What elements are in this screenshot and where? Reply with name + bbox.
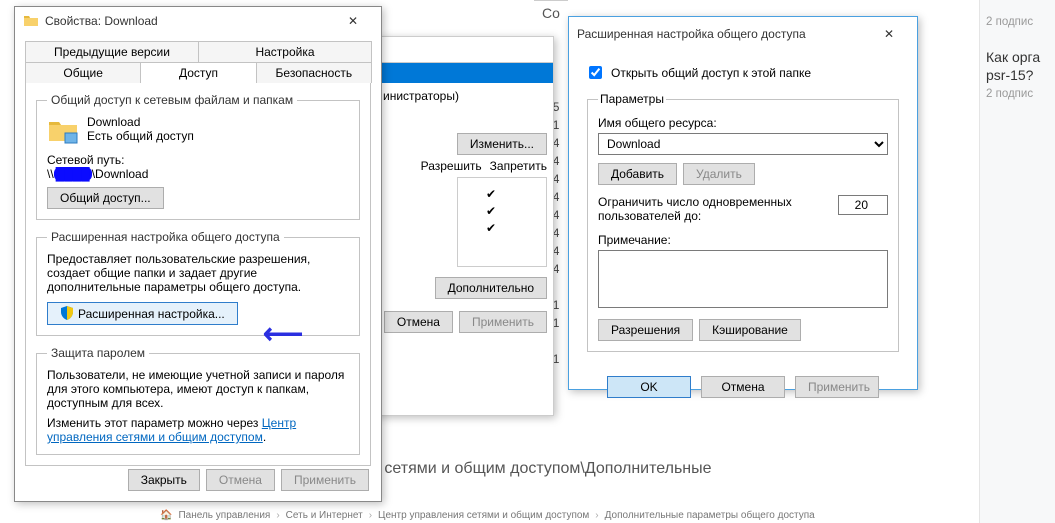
- shield-icon: [60, 306, 74, 320]
- properties-window: Свойства: Download ✕ Предыдущие версии Н…: [14, 6, 382, 502]
- tab-customize[interactable]: Настройка: [198, 41, 372, 62]
- right-sidebar: 2 подпис Как орга psr-15? 2 подпис: [979, 0, 1055, 523]
- note-textarea[interactable]: [598, 250, 888, 308]
- permission-check-grid: ✔ ✔ ✔: [457, 177, 547, 267]
- advanced-sharing-group: Расширенная настройка общего доступа Пре…: [36, 230, 360, 336]
- open-share-label: Открыть общий доступ к этой папке: [611, 66, 811, 80]
- close-icon[interactable]: ✕: [869, 20, 909, 48]
- cancel-button[interactable]: Отмена: [206, 469, 275, 491]
- tab-previous-versions[interactable]: Предыдущие версии: [25, 41, 199, 62]
- folder-icon: [47, 115, 79, 147]
- permissions-button[interactable]: Разрешения: [598, 319, 693, 341]
- redacted-text: ████: [54, 167, 92, 181]
- close-icon[interactable]: ✕: [333, 7, 373, 35]
- group-description: Пользователи, не имеющие учетной записи …: [47, 368, 349, 410]
- password-protection-group: Защита паролем Пользователи, не имеющие …: [36, 346, 360, 455]
- advanced-sharing-button[interactable]: Расширенная настройка...: [47, 302, 238, 325]
- network-sharing-group: Общий доступ к сетевым файлам и папкам D…: [36, 93, 360, 220]
- check-icon: ✔: [486, 204, 496, 218]
- net-path-label: Сетевой путь:: [47, 153, 349, 167]
- share-name-label: Имя общего ресурса:: [598, 116, 888, 130]
- folder-icon: [23, 13, 39, 29]
- tab-security[interactable]: Безопасность: [256, 62, 372, 83]
- crumb-home-icon: 🏠: [160, 510, 172, 521]
- share-button[interactable]: Общий доступ...: [47, 187, 164, 209]
- check-icon: ✔: [486, 187, 496, 201]
- limit-input[interactable]: [838, 195, 888, 215]
- breadcrumb: 🏠 Панель управления› Сеть и Интернет› Це…: [160, 510, 815, 521]
- advanced-button[interactable]: Дополнительно: [435, 277, 547, 299]
- change-button[interactable]: Изменить...: [457, 133, 547, 155]
- permissions-dialog-fragment: инистраторы) Изменить... Разрешить Запре…: [376, 36, 554, 416]
- window-title: Расширенная настройка общего доступа: [577, 27, 869, 41]
- crumb-item[interactable]: Панель управления: [178, 510, 270, 521]
- folder-status: Есть общий доступ: [87, 129, 194, 143]
- ok-button[interactable]: OK: [607, 376, 691, 398]
- group-legend: Расширенная настройка общего доступа: [47, 230, 284, 244]
- subscribers-count: 2 подпис: [986, 88, 1049, 100]
- window-title: Свойства: Download: [45, 14, 333, 28]
- apply-button[interactable]: Применить: [281, 469, 369, 491]
- tab-sharing[interactable]: Доступ: [140, 62, 256, 83]
- group-description-2: Изменить этот параметр можно через Центр…: [47, 416, 349, 444]
- col-deny: Запретить: [490, 159, 547, 173]
- perm-apply-button[interactable]: Применить: [459, 311, 547, 333]
- tab-general[interactable]: Общие: [25, 62, 141, 83]
- delete-button[interactable]: Удалить: [683, 163, 755, 185]
- apply-button[interactable]: Применить: [795, 376, 879, 398]
- open-share-checkbox[interactable]: [589, 66, 602, 79]
- question-title[interactable]: Как орга psr-15?: [986, 48, 1049, 84]
- group-legend: Параметры: [598, 92, 666, 106]
- close-button[interactable]: Закрыть: [128, 469, 200, 491]
- folder-name: Download: [87, 115, 194, 129]
- share-name-select[interactable]: Download: [598, 133, 888, 155]
- crumb-item[interactable]: Центр управления сетями и общим доступом: [378, 510, 589, 521]
- note-label: Примечание:: [598, 233, 888, 247]
- tabbar: Предыдущие версии Настройка Общие Доступ…: [25, 41, 371, 83]
- group-description: Предоставляет пользовательские разрешени…: [47, 252, 349, 294]
- bg-text: Co: [534, 0, 568, 25]
- advanced-sharing-window: Расширенная настройка общего доступа ✕ О…: [568, 16, 918, 390]
- crumb-item[interactable]: Дополнительные параметры общего доступа: [605, 510, 815, 521]
- parameters-group: Параметры Имя общего ресурса: Download Д…: [587, 92, 899, 352]
- group-hint: инистраторы): [383, 89, 547, 103]
- cancel-button[interactable]: Отмена: [701, 376, 785, 398]
- perm-cancel-button[interactable]: Отмена: [384, 311, 453, 333]
- col-allow: Разрешить: [421, 159, 482, 173]
- crumb-item[interactable]: Сеть и Интернет: [286, 510, 363, 521]
- check-icon: ✔: [486, 221, 496, 235]
- caching-button[interactable]: Кэширование: [699, 319, 801, 341]
- group-legend: Защита паролем: [47, 346, 149, 360]
- net-path-value: \\████\Download: [47, 167, 349, 181]
- subscribers-count: 2 подпис: [986, 16, 1049, 28]
- group-legend: Общий доступ к сетевым файлам и папкам: [47, 93, 297, 107]
- add-button[interactable]: Добавить: [598, 163, 677, 185]
- limit-label: Ограничить число одновременных пользоват…: [598, 195, 828, 223]
